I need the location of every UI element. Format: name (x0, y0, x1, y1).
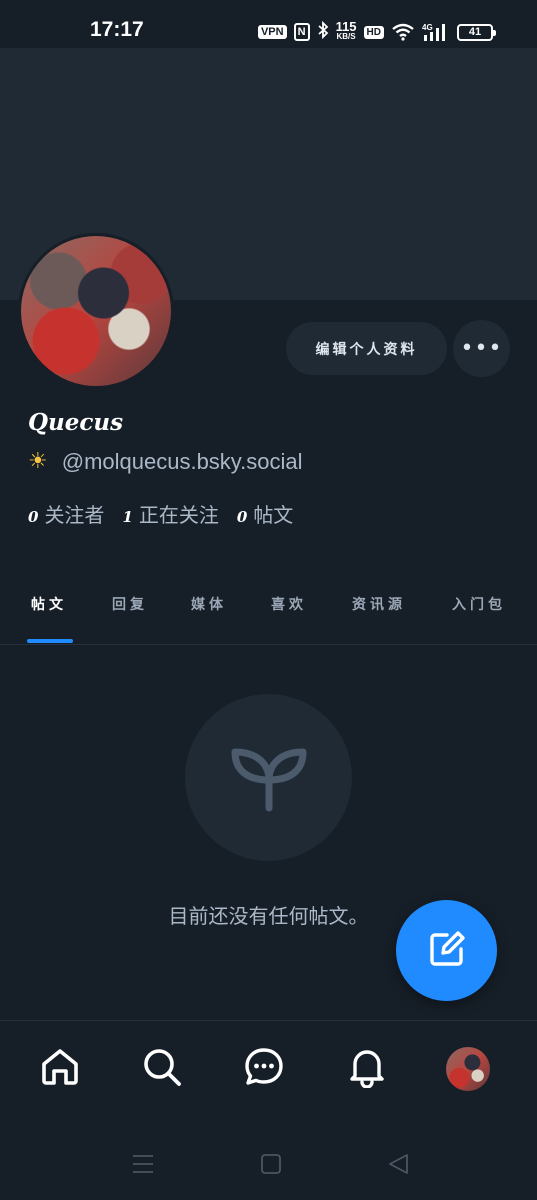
tab-feeds[interactable]: 资讯源 (352, 594, 406, 644)
empty-state-circle (185, 694, 352, 861)
status-icons: VPN N 115 KB/S HD 4G 41 (257, 18, 496, 46)
following-count: 1 (122, 507, 133, 526)
nav-profile[interactable] (444, 1045, 492, 1093)
status-time: 17:17 (90, 18, 144, 41)
sprout-icon (227, 734, 311, 822)
chat-icon (243, 1046, 285, 1092)
nav-home[interactable] (36, 1045, 84, 1093)
bluetooth-icon (317, 20, 329, 43)
compose-post-button[interactable] (396, 900, 497, 1001)
cellular-signal-icon: 4G (422, 22, 450, 42)
sunrise-emoji-icon: ☀ (28, 449, 48, 474)
profile-tabs: 帖文 回复 媒体 喜欢 资讯源 入门包 (0, 578, 537, 645)
vpn-badge: VPN (257, 25, 287, 39)
system-nav-bar (0, 1115, 537, 1200)
more-options-button[interactable]: ••• (453, 320, 510, 377)
recents-menu-icon[interactable] (128, 1149, 158, 1179)
tab-media[interactable]: 媒体 (191, 594, 227, 644)
network-speed-unit: KB/S (336, 32, 356, 41)
edit-profile-button[interactable]: 编辑个人资料 (286, 322, 447, 375)
tab-replies[interactable]: 回复 (112, 594, 148, 644)
more-dots-icon: ••• (460, 335, 503, 361)
svg-text:4G: 4G (422, 23, 433, 32)
home-square-icon[interactable] (256, 1149, 286, 1179)
tab-likes[interactable]: 喜欢 (271, 594, 307, 644)
hd-badge: HD (363, 25, 384, 39)
following-stat[interactable]: 1 正在关注 (122, 499, 218, 528)
profile-avatar[interactable] (18, 233, 174, 389)
avatar (446, 1047, 490, 1091)
stats-row: 0 关注者 1 正在关注 0 帖文 (28, 499, 293, 527)
display-name: Quecus (28, 409, 124, 436)
bottom-nav (0, 1020, 537, 1115)
status-bar: 17:17 VPN N 115 KB/S HD 4G 41 (0, 0, 537, 48)
bell-icon (346, 1046, 388, 1092)
handle-text: @molquecus.bsky.social (61, 449, 303, 474)
tab-starter-packs[interactable]: 入门包 (452, 594, 506, 644)
compose-icon (427, 929, 467, 973)
posts-stat: 0 帖文 (237, 499, 293, 528)
followers-count: 0 (28, 507, 39, 526)
back-triangle-icon[interactable] (384, 1149, 414, 1179)
network-speed-value: 115 (335, 19, 357, 34)
nfc-icon: N (293, 23, 310, 41)
posts-count: 0 (236, 507, 248, 526)
followers-stat[interactable]: 0 关注者 (28, 499, 104, 528)
handle-row: ☀ @molquecus.bsky.social (28, 448, 303, 476)
following-label: 正在关注 (138, 502, 219, 527)
active-tab-indicator (27, 639, 73, 643)
battery-icon: 41 (457, 23, 496, 41)
posts-label: 帖文 (253, 502, 294, 527)
wifi-icon (391, 23, 415, 41)
search-icon (141, 1046, 183, 1092)
nav-notifications[interactable] (343, 1045, 391, 1093)
network-speed: 115 KB/S (335, 19, 357, 42)
home-icon (39, 1046, 81, 1092)
nav-search[interactable] (138, 1045, 186, 1093)
tab-posts[interactable]: 帖文 (31, 594, 67, 644)
followers-label: 关注者 (44, 502, 105, 527)
nav-messages[interactable] (240, 1045, 288, 1093)
